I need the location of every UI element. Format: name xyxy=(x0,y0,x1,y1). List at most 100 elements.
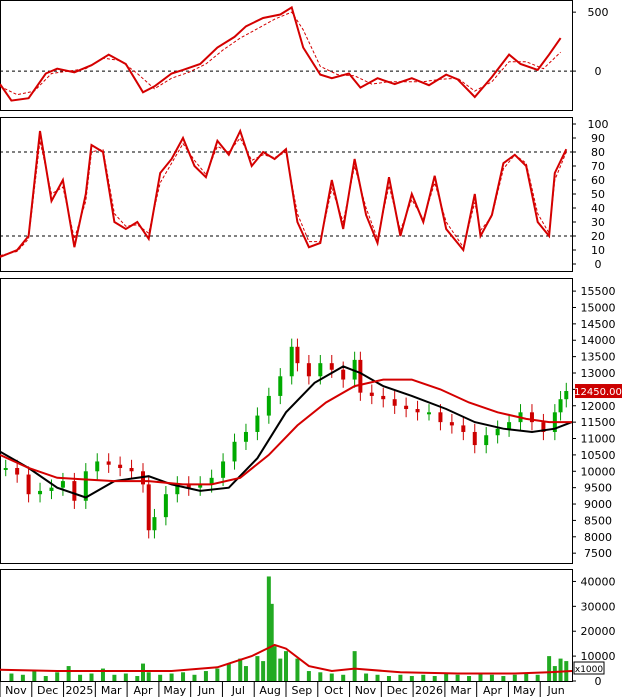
price-candle-body xyxy=(461,425,466,432)
volume-bar xyxy=(478,673,483,681)
stochastic-ytick-label: 100 xyxy=(588,118,609,131)
price-ytick-label: 7500 xyxy=(584,547,612,560)
price-candle-body xyxy=(415,409,420,413)
volume-bar xyxy=(43,676,48,681)
chart-panels: 0500010203040506070809010075008000850090… xyxy=(0,0,622,688)
volume-ytick-label: 30000 xyxy=(581,600,616,613)
volume-bar xyxy=(386,676,391,681)
x-axis-label: Oct xyxy=(324,684,344,697)
volume-bar xyxy=(375,674,380,681)
price-candle-body xyxy=(152,517,157,531)
volume-bar xyxy=(398,674,403,681)
x-axis-label: Mar xyxy=(101,684,122,697)
x-axis-label: 2026 xyxy=(415,684,443,697)
price-candle-body xyxy=(295,346,300,364)
x-axis-label: Apr xyxy=(133,684,153,697)
volume-bar xyxy=(318,672,323,681)
volume-bar xyxy=(243,666,248,681)
volume-bar xyxy=(215,668,220,681)
volume-bar xyxy=(146,672,151,681)
volume-bar xyxy=(135,676,140,681)
volume-bar xyxy=(295,658,300,681)
price-candle-body xyxy=(232,441,237,462)
stochastic-ytick-label: 90 xyxy=(591,132,605,145)
volume-bar xyxy=(272,646,277,681)
price-candle-body xyxy=(318,363,323,377)
price-candle-body xyxy=(558,399,563,413)
volume-bar xyxy=(78,674,83,681)
price-ytick-label: 13000 xyxy=(581,367,616,380)
x-axis-label: Apr xyxy=(483,684,503,697)
price-candle-body xyxy=(95,461,100,472)
price-candle-body xyxy=(449,422,454,426)
volume-bar xyxy=(524,673,529,681)
price-candle-body xyxy=(146,484,151,531)
price-candle-body xyxy=(15,468,20,475)
volume-bar xyxy=(238,658,243,681)
price-candle-body xyxy=(507,422,512,429)
volume-bar xyxy=(547,656,552,681)
volume-bar xyxy=(32,671,37,681)
volume-bar xyxy=(512,674,517,681)
stochastic-panel: 0102030405060708090100 xyxy=(0,117,609,272)
stochastic-ytick-label: 80 xyxy=(591,146,605,159)
volume-ytick-label: 40000 xyxy=(581,575,616,588)
x-axis-label: May xyxy=(163,684,186,697)
price-candle-body xyxy=(427,412,431,415)
price-candle-body xyxy=(255,415,260,432)
x-axis-label: Nov xyxy=(5,684,27,697)
volume-bar xyxy=(467,676,472,681)
volume-bar xyxy=(432,676,437,681)
price-ytick-label: 15500 xyxy=(581,285,616,298)
volume-bar xyxy=(89,673,94,681)
price-candle-body xyxy=(221,461,226,478)
x-axis-label: 2025 xyxy=(65,684,93,697)
x-axis-label: May xyxy=(513,684,536,697)
price-candle-body xyxy=(243,431,248,442)
price-ytick-label: 11000 xyxy=(581,433,616,446)
price-candle-body xyxy=(60,481,65,488)
stochastic-ytick-label: 20 xyxy=(591,230,605,243)
volume-bar xyxy=(181,672,186,681)
stochastic-ytick-label: 50 xyxy=(591,188,605,201)
stochastic-ytick-label: 30 xyxy=(591,216,605,229)
price-ytick-label: 15000 xyxy=(581,301,616,314)
volume-bar xyxy=(352,651,357,681)
volume-bar xyxy=(501,676,506,681)
volume-bar xyxy=(123,673,128,681)
price-candle-body xyxy=(3,468,8,470)
stochastic-ytick-label: 60 xyxy=(591,174,605,187)
price-ytick-label: 14500 xyxy=(581,318,616,331)
volume-bar xyxy=(341,674,346,681)
volume-ytick-label: 10000 xyxy=(581,650,616,663)
price-candle-body xyxy=(358,359,363,393)
price-candle-body xyxy=(289,346,294,377)
volume-bar xyxy=(261,661,266,681)
price-panel: 7500 8000 8500 9000 9500 10000 10500 11000 11500… xyxy=(0,278,622,564)
volume-bar xyxy=(535,674,540,681)
volume-bar xyxy=(489,674,494,681)
volume-bar xyxy=(552,666,557,681)
x-axis-label: Nov xyxy=(355,684,377,697)
price-ytick-label: 8500 xyxy=(584,514,612,527)
volume-panel: 0 10000 20000 30000 40000 x1000 xyxy=(0,569,616,688)
price-candle-body xyxy=(278,376,283,396)
price-candle-body xyxy=(306,363,311,377)
price-candle-body xyxy=(118,464,123,468)
price-ytick-label: 8000 xyxy=(584,531,612,544)
price-ytick-label: 11500 xyxy=(581,416,616,429)
macd-ytick-label: 0 xyxy=(595,65,602,78)
price-candle-body xyxy=(49,487,54,491)
x-axis: Nov Dec 2025 Mar Apr May Jun Jul Aug Sep Oct Nov Dec… xyxy=(0,681,572,697)
price-candle-body xyxy=(72,481,77,501)
x-axis-label: Mar xyxy=(450,684,471,697)
volume-bar xyxy=(329,673,334,681)
volume-bar xyxy=(203,671,208,681)
x-axis-label: Jun xyxy=(197,684,215,697)
price-ytick-label: 10500 xyxy=(581,449,616,462)
stochastic-ytick-label: 10 xyxy=(591,244,605,257)
volume-bar xyxy=(444,673,449,681)
volume-bar xyxy=(55,672,60,681)
price-candle-body xyxy=(369,392,374,396)
volume-bar xyxy=(169,673,174,681)
